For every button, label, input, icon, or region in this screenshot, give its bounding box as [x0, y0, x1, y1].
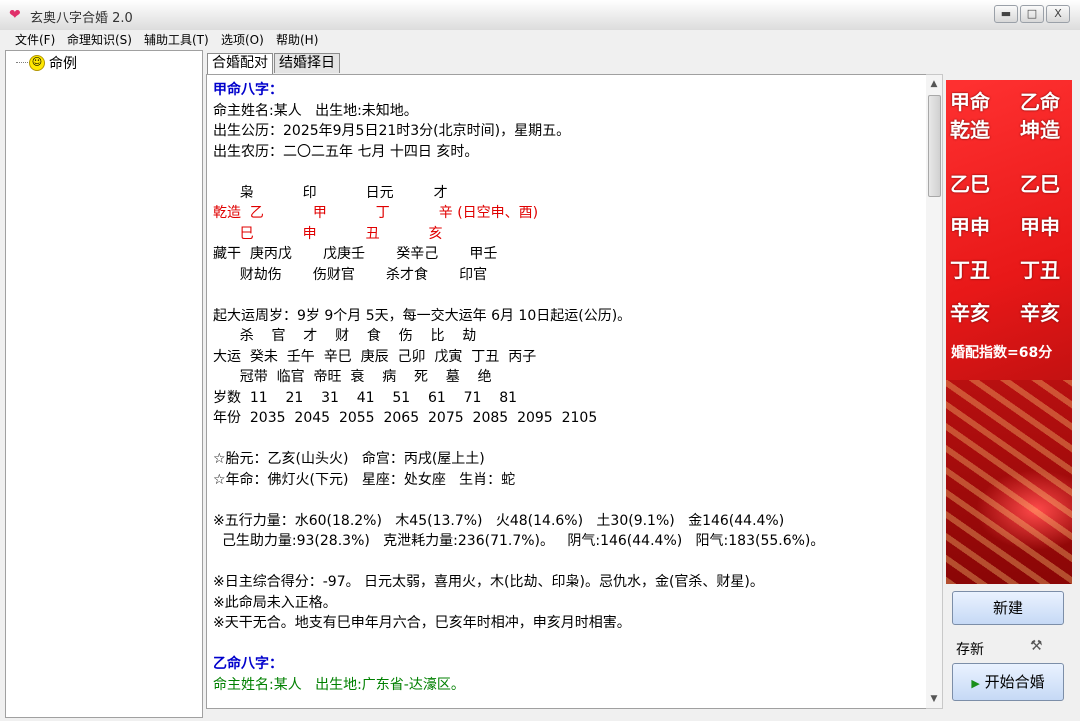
result-lines: 甲命八字： 命主姓名:某人 出生地:未知地。出生公历：2025年9月5日21时3分… [213, 80, 927, 695]
pillar-a-hour: 辛亥 [950, 301, 990, 325]
result-line: 命主姓名:某人 出生地:广东省-达濠区。 [213, 676, 465, 693]
result-line: ☆胎元：乙亥(山头火) 命宫：丙戌(屋上土) [213, 451, 485, 467]
hammer-icon[interactable]: ⚒ [1030, 638, 1043, 654]
match-banner: 甲命 乾造 乙命 坤造 乙巳 甲申 丁丑 辛亥 乙巳 甲申 丁丑 辛亥 婚配指数… [946, 80, 1072, 584]
window-controls: ▬ □ X [994, 5, 1070, 23]
tab-marriage-match[interactable]: 合婚配对 [207, 53, 273, 74]
tab-wedding-date[interactable]: 结婚择日 [274, 53, 340, 73]
result-line: 乙命八字： [213, 656, 283, 672]
result-line: ※日主综合得分：-97。 日元太弱，喜用火，木(比劫、印枭)。忌仇水，金(官杀、… [213, 574, 764, 590]
tab-strip: 合婚配对 结婚择日 [207, 53, 341, 74]
result-line: 财劫伤 伤财官 杀才食 印官 [213, 266, 488, 283]
scroll-thumb[interactable] [928, 95, 941, 197]
save-label[interactable]: 存新 [956, 639, 984, 659]
header-b-line1: 乙命 [1020, 90, 1060, 114]
menu-knowledge[interactable]: 命理知识(S) [67, 30, 132, 50]
result-line: 巳 申 丑 亥 [213, 225, 443, 242]
pillar-b-year: 乙巳 [1020, 172, 1060, 196]
start-match-label: 开始合婚 [984, 673, 1045, 691]
result-line: 己生助力量:93(28.3%) 克泄耗力量:236(71.7%)。 阴气:146… [213, 533, 825, 549]
result-line: 出生公历：2025年9月5日21时3分(北京时间)，星期五。 [213, 123, 571, 139]
result-line: 出生农历：二〇二五年 七月 十四日 亥时。 [213, 143, 479, 160]
result-line: ※五行力量：水60(18.2%) 木45(13.7%) 火48(14.6%) 土… [213, 512, 785, 529]
vertical-scrollbar[interactable]: ▲ ▼ [926, 74, 943, 709]
menu-bar: 文件(F) 命理知识(S) 辅助工具(T) 选项(O) 帮助(H) [0, 30, 1080, 50]
result-line: 杀 官 才 财 食 伤 比 劫 [213, 328, 477, 344]
result-line [213, 285, 927, 306]
result-line: ※天干无合。地支有巳申年月六合，巳亥年时相冲，申亥月时相害。 [213, 615, 631, 631]
result-text-area[interactable]: 甲命八字： 命主姓名:某人 出生地:未知地。出生公历：2025年9月5日21时3分… [206, 74, 928, 709]
result-line [213, 429, 927, 450]
header-a-line1: 甲命 [950, 90, 990, 114]
maximize-button[interactable]: □ [1020, 5, 1044, 23]
pillar-b-day: 丁丑 [1020, 258, 1060, 282]
menu-file[interactable]: 文件(F) [15, 30, 55, 50]
menu-options[interactable]: 选项(O) [221, 30, 264, 50]
result-line: 甲命八字： [213, 82, 283, 98]
new-button[interactable]: 新建 [952, 591, 1064, 625]
result-line: 命主姓名:某人 出生地:未知地。 [213, 102, 418, 119]
tree-item-cases[interactable]: 命例 [49, 53, 77, 73]
header-a-line2: 乾造 [950, 118, 990, 142]
result-line [213, 162, 927, 183]
scroll-up-icon[interactable]: ▲ [926, 77, 942, 91]
result-line: 年份 2035 2045 2055 2065 2075 2085 2095 21… [213, 410, 598, 426]
pillar-b-month: 甲申 [1020, 215, 1060, 239]
title-bar: ❤ 玄奥八字合婚 2.0 ▬ □ X [0, 0, 1080, 31]
result-line: 乾造 乙 甲 丁 辛 (日空申、酉) [213, 205, 539, 221]
result-line: 枭 印 日元 才 [213, 184, 448, 201]
close-button[interactable]: X [1046, 5, 1070, 23]
header-b-line2: 坤造 [1020, 118, 1060, 142]
play-icon: ▶ [971, 677, 980, 690]
result-line: 大运 癸未 壬午 辛巳 庚辰 己卯 戊寅 丁丑 丙子 [213, 348, 537, 365]
result-line: 藏干 庚丙戊 戊庚壬 癸辛己 甲壬 [213, 246, 498, 262]
minimize-button[interactable]: ▬ [994, 5, 1018, 23]
result-line: 起大运周岁：9岁 9个月 5天，每一交大运年 6月 10日起运(公历)。 [213, 307, 632, 324]
menu-help[interactable]: 帮助(H) [276, 30, 318, 50]
result-line [213, 634, 927, 655]
tree-connector [16, 62, 30, 63]
pillar-a-month: 甲申 [950, 215, 990, 239]
pillar-a-day: 丁丑 [950, 258, 990, 282]
match-index: 婚配指数=68分 [951, 345, 1053, 361]
window-title: 玄奥八字合婚 2.0 [30, 11, 133, 26]
decorative-red-pattern [946, 380, 1072, 584]
result-line [213, 552, 927, 573]
result-line [213, 490, 927, 511]
smiley-icon: ☺ [29, 55, 45, 71]
result-line: 冠带 临官 帝旺 衰 病 死 墓 绝 [213, 369, 492, 385]
heart-icon: ❤ [9, 7, 21, 23]
result-line: ☆年命：佛灯火(下元) 星座：处女座 生肖：蛇 [213, 471, 516, 488]
menu-tools[interactable]: 辅助工具(T) [144, 30, 209, 50]
start-match-button[interactable]: ▶ 开始合婚 [952, 663, 1064, 701]
pillar-a-year: 乙巳 [950, 172, 990, 196]
result-line: 岁数 11 21 31 41 51 61 71 81 [213, 389, 518, 406]
case-tree-panel: ☺ 命例 [5, 50, 203, 718]
pillar-b-hour: 辛亥 [1020, 301, 1060, 325]
result-line: ※此命局未入正格。 [213, 594, 337, 611]
scroll-down-icon[interactable]: ▼ [926, 692, 942, 706]
